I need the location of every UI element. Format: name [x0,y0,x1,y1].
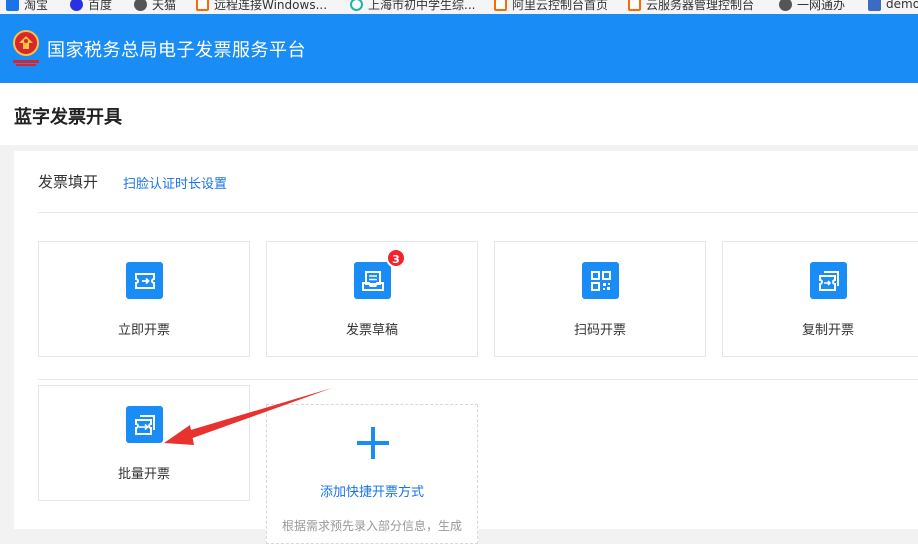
bookmark-ecs[interactable]: 云服务器管理控制台 [628,0,754,13]
row-divider [38,379,918,380]
add-quick-invoice-desc: 根据需求预先录入部分信息，生成 [281,519,462,533]
section-title: 发票填开 [38,173,99,191]
tmall-icon [134,0,147,11]
bookmark-portal[interactable]: 一网通办 [779,0,845,13]
tax-emblem-icon [13,30,39,66]
add-quick-invoice-label: 添加快捷开票方式 [319,485,424,500]
plus-icon [357,427,389,459]
card-invoice-draft[interactable]: 3 发票草稿 [266,241,478,357]
bookmark-remote[interactable]: 远程连接Windows... [196,0,327,13]
card-scan-invoice[interactable]: 扫码开票 [494,241,706,357]
home-icon [868,0,881,11]
qr-code-icon [582,262,619,299]
card-instant-invoice[interactable]: 立即开票 [38,241,250,357]
card-label: 扫码开票 [573,323,626,338]
draft-inbox-icon [354,262,391,299]
school-icon [350,0,363,11]
card-label: 复制开票 [801,323,854,338]
baidu-icon [70,0,83,11]
card-label: 立即开票 [117,323,170,338]
annotation-arrow-icon [164,388,332,445]
bookmark-school[interactable]: 上海市初中学生综... [350,0,475,13]
card-copy-invoice[interactable]: 复制开票 [722,241,918,357]
draft-count-badge: 3 [386,248,406,268]
batch-invoice-icon [126,406,163,443]
bookmark-tmall[interactable]: 天猫 [134,0,176,13]
aliyun-icon [494,0,507,11]
bookmark-aliyun[interactable]: 阿里云控制台首页 [494,0,608,13]
copy-invoice-icon [810,262,847,299]
card-label: 发票草稿 [345,323,398,338]
platform-title: 国家税务总局电子发票服务平台 [47,40,306,61]
face-auth-duration-link[interactable]: 扫脸认证时长设置 [123,173,227,192]
page-title: 蓝字发票开具 [14,107,122,128]
taobao-icon [6,0,19,11]
bookmark-taobao[interactable]: 淘宝 [6,0,48,13]
bookmark-baidu[interactable]: 百度 [70,0,112,13]
instant-invoice-icon [126,262,163,299]
invoice-panel: 发票填开 扫脸认证时长设置 立即开票 3 发票草稿 扫码开票 复制开票 批量开票 [14,151,918,544]
page-titlebar: 蓝字发票开具 [0,83,918,145]
card-label: 批量开票 [117,467,170,482]
ecs-icon [628,0,641,11]
app-header: 国家税务总局电子发票服务平台 [0,14,918,83]
bookmark-demo[interactable]: demo [868,0,918,13]
portal-icon [779,0,792,11]
remote-icon [196,0,209,11]
bookmarks-bar: 淘宝 百度 天猫 远程连接Windows... 上海市初中学生综... 阿里云控… [0,0,918,14]
section-divider [38,212,918,213]
